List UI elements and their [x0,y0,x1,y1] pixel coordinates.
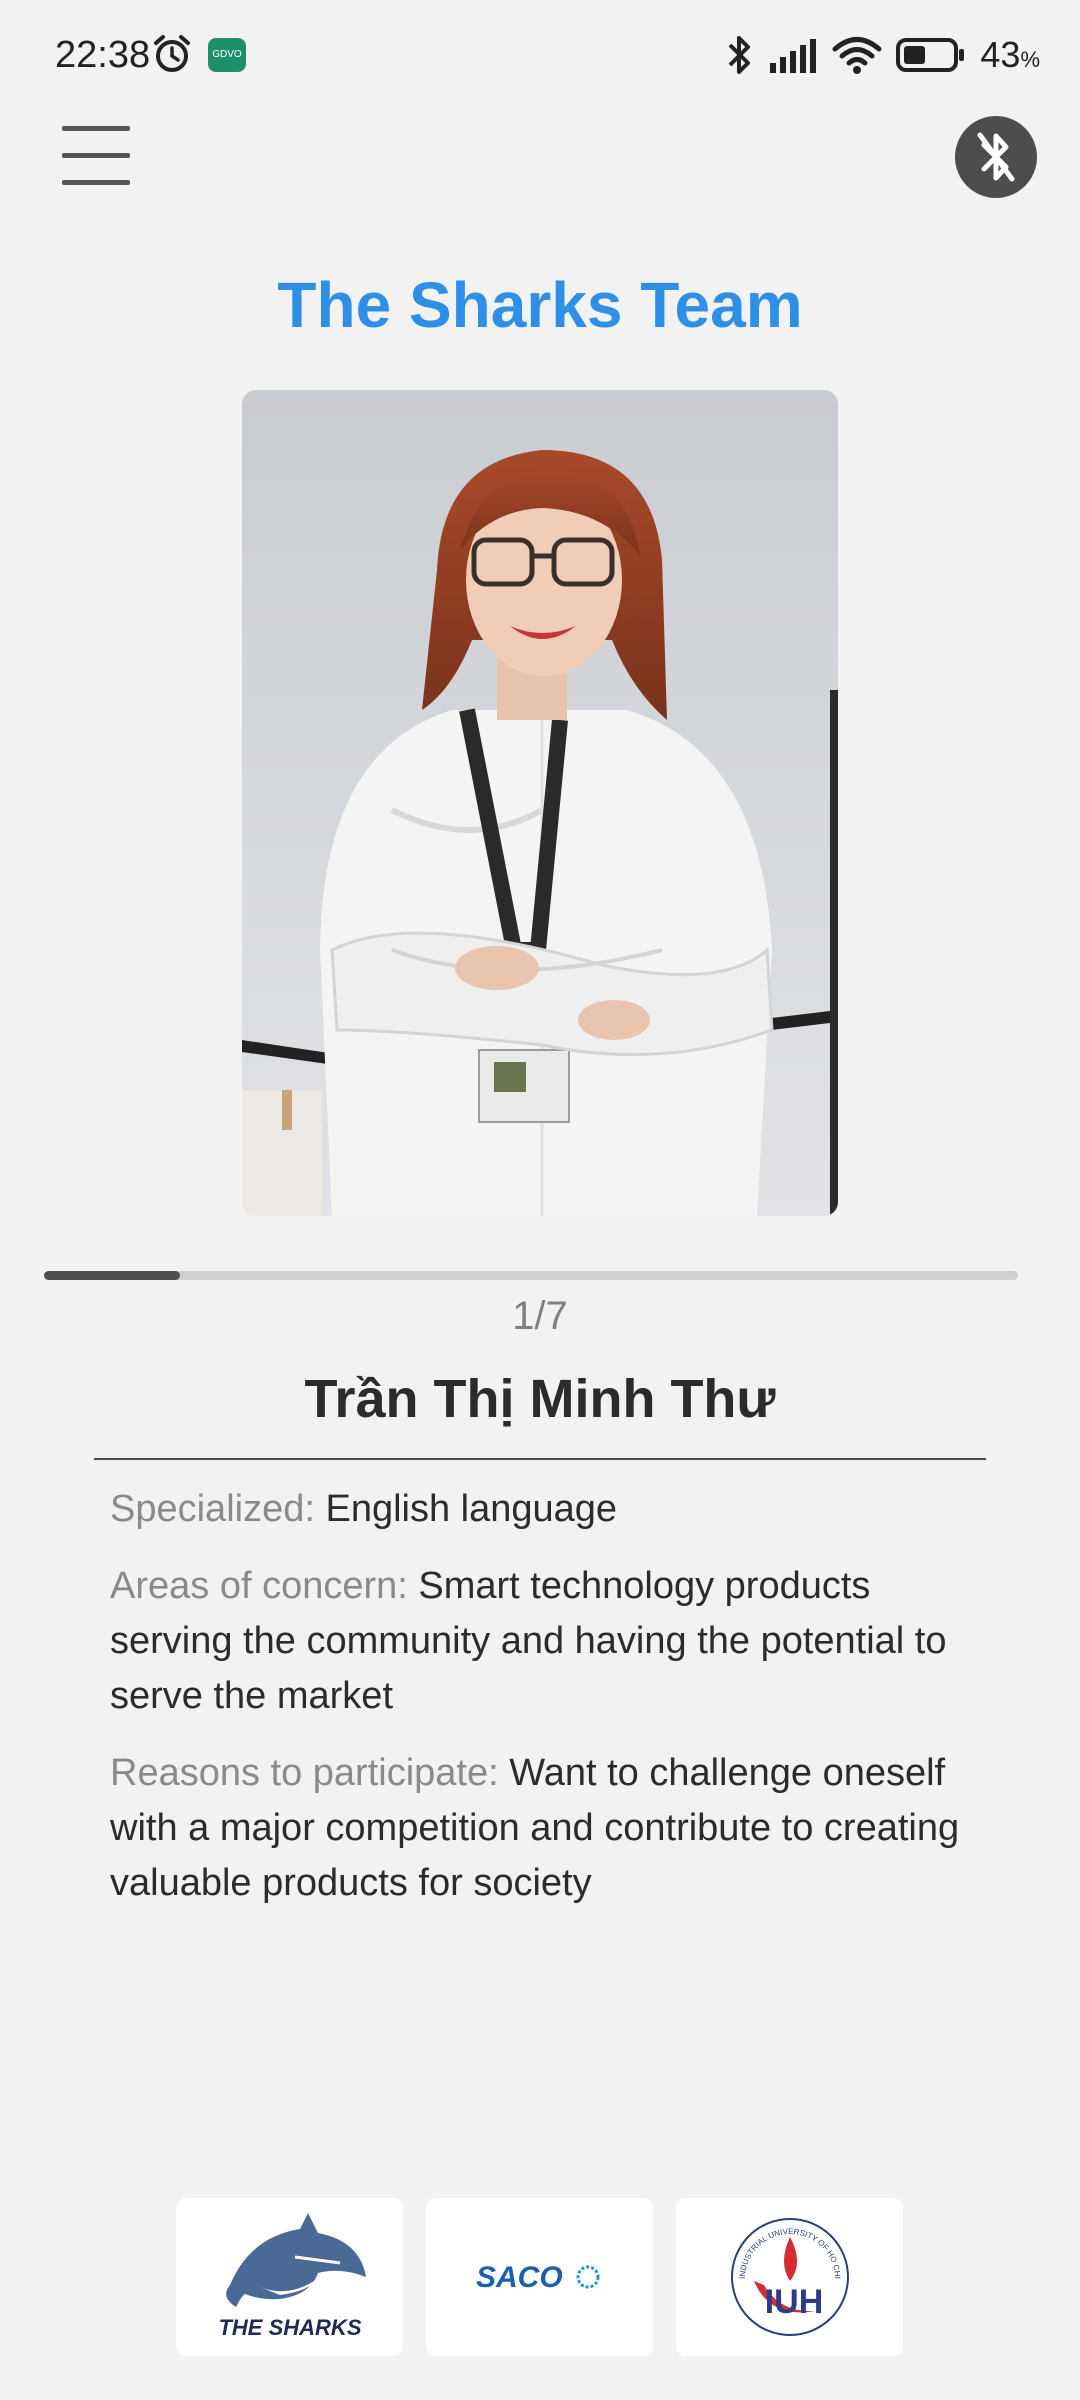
member-name: Trần Thị Minh Thư [304,1369,776,1429]
menu-button[interactable] [62,126,130,188]
member-info: Specialized: English language Areas of c… [110,1482,990,1933]
slide-progress-bar [44,1271,1018,1280]
specialized-value: English language [325,1488,618,1530]
areas-row: Areas of concern: Smart technology produ… [110,1559,990,1724]
status-right-group: 43% [726,30,1040,80]
reasons-label: Reasons to participate: [110,1752,510,1794]
saco-logo-text: SACO [476,2261,563,2294]
wifi-icon [832,37,882,74]
iuh-logo-text: IUH [764,2283,823,2321]
battery-icon [896,38,965,72]
the-sharks-logo: THE SHARKS [176,2198,403,2356]
page-title: The Sharks Team [277,269,803,341]
slide-progress-fill [44,1271,181,1280]
member-photo [242,390,838,1216]
iuh-ring-text: INDUSTRIAL UNIVERSITY OF HO CHI MINH CIT… [720,2207,842,2279]
specialized-row: Specialized: English language [110,1482,990,1537]
bluetooth-icon [728,36,751,74]
signal-icon [770,39,817,73]
sponsor-logos: THE SHARKS SACO INDUSTRIAL UNIVERSITY OF… [176,2198,903,2356]
menu-icon [62,126,130,131]
specialized-label: Specialized: [110,1488,326,1530]
slide-counter: 1/7 [512,1294,568,1338]
status-time: 22:38 [55,34,151,76]
iuh-logo: INDUSTRIAL UNIVERSITY OF HO CHI MINH CIT… [676,2198,903,2356]
alarm-icon [154,35,190,72]
bluetooth-disabled-icon [977,132,1015,182]
app-icon: GDVO [208,38,246,72]
sharks-logo-text: THE SHARKS [218,2315,361,2340]
battery-percent: 43% [980,34,1040,75]
reasons-row: Reasons to participate: Want to challeng… [110,1746,990,1911]
areas-label: Areas of concern: [110,1565,419,1607]
status-bar: 22:38 GDVO 43% [0,0,1080,115]
divider [94,1458,986,1460]
saco-logo: SACO [426,2198,653,2356]
bluetooth-off-button[interactable] [955,116,1037,198]
